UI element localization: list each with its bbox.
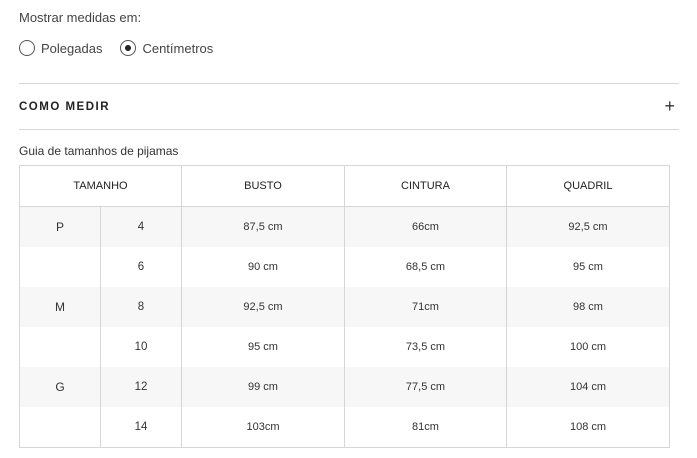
size-number: 6 xyxy=(100,247,182,287)
header-bust: BUSTO xyxy=(181,165,345,207)
waist-value: 73,5 cm xyxy=(344,327,507,367)
size-guide-title: Guia de tamanhos de pijamas xyxy=(19,144,179,158)
hip-value: 92,5 cm xyxy=(506,206,670,247)
size-number: 8 xyxy=(100,287,182,327)
table-header-row: TAMANHO BUSTO CINTURA QUADRIL xyxy=(19,165,670,207)
radio-centimeters-circle[interactable] xyxy=(120,40,137,56)
divider-bottom xyxy=(19,129,679,130)
table-row: 6 90 cm 68,5 cm 95 cm xyxy=(19,247,670,287)
radio-inches-circle[interactable] xyxy=(19,40,35,56)
header-hip: QUADRIL xyxy=(506,165,670,207)
bust-value: 92,5 cm xyxy=(181,287,345,327)
size-letter xyxy=(19,407,101,448)
accordion-title[interactable]: COMO MEDIR xyxy=(19,101,110,113)
waist-value: 71cm xyxy=(344,287,507,327)
plus-icon[interactable]: + xyxy=(664,96,675,117)
hip-value: 100 cm xyxy=(506,327,670,367)
size-number: 12 xyxy=(100,367,182,407)
radio-inches-label[interactable]: Polegadas xyxy=(41,41,102,56)
size-number: 10 xyxy=(100,327,182,367)
waist-value: 81cm xyxy=(344,407,507,448)
hip-value: 98 cm xyxy=(506,287,670,327)
size-letter xyxy=(19,327,101,367)
waist-value: 66cm xyxy=(344,206,507,247)
size-letter xyxy=(19,247,101,287)
table-row: 10 95 cm 73,5 cm 100 cm xyxy=(19,327,670,367)
bust-value: 90 cm xyxy=(181,247,345,287)
bust-value: 103cm xyxy=(181,407,345,448)
size-letter: M xyxy=(19,287,101,327)
size-number: 4 xyxy=(100,206,182,247)
hip-value: 108 cm xyxy=(506,407,670,448)
how-to-measure-accordion[interactable]: COMO MEDIR + xyxy=(19,84,679,129)
table-row: 14 103cm 81cm 108 cm xyxy=(19,407,670,448)
radio-centimeters[interactable]: Centímetros xyxy=(120,40,213,56)
hip-value: 95 cm xyxy=(506,247,670,287)
units-label: Mostrar medidas em: xyxy=(19,10,142,25)
radio-inches[interactable]: Polegadas xyxy=(19,40,102,56)
size-number: 14 xyxy=(100,407,182,448)
table-row: M 8 92,5 cm 71cm 98 cm xyxy=(19,287,670,327)
table-row: G 12 99 cm 77,5 cm 104 cm xyxy=(19,367,670,407)
size-letter: G xyxy=(19,367,101,407)
header-waist: CINTURA xyxy=(344,165,507,207)
size-letter: P xyxy=(19,206,101,247)
waist-value: 68,5 cm xyxy=(344,247,507,287)
bust-value: 87,5 cm xyxy=(181,206,345,247)
header-size: TAMANHO xyxy=(19,165,182,207)
bust-value: 95 cm xyxy=(181,327,345,367)
size-guide-table: TAMANHO BUSTO CINTURA QUADRIL P 4 87,5 c… xyxy=(19,165,670,448)
bust-value: 99 cm xyxy=(181,367,345,407)
waist-value: 77,5 cm xyxy=(344,367,507,407)
hip-value: 104 cm xyxy=(506,367,670,407)
units-radio-group: Polegadas Centímetros xyxy=(19,40,231,56)
table-row: P 4 87,5 cm 66cm 92,5 cm xyxy=(19,206,670,247)
radio-centimeters-label[interactable]: Centímetros xyxy=(142,41,213,56)
